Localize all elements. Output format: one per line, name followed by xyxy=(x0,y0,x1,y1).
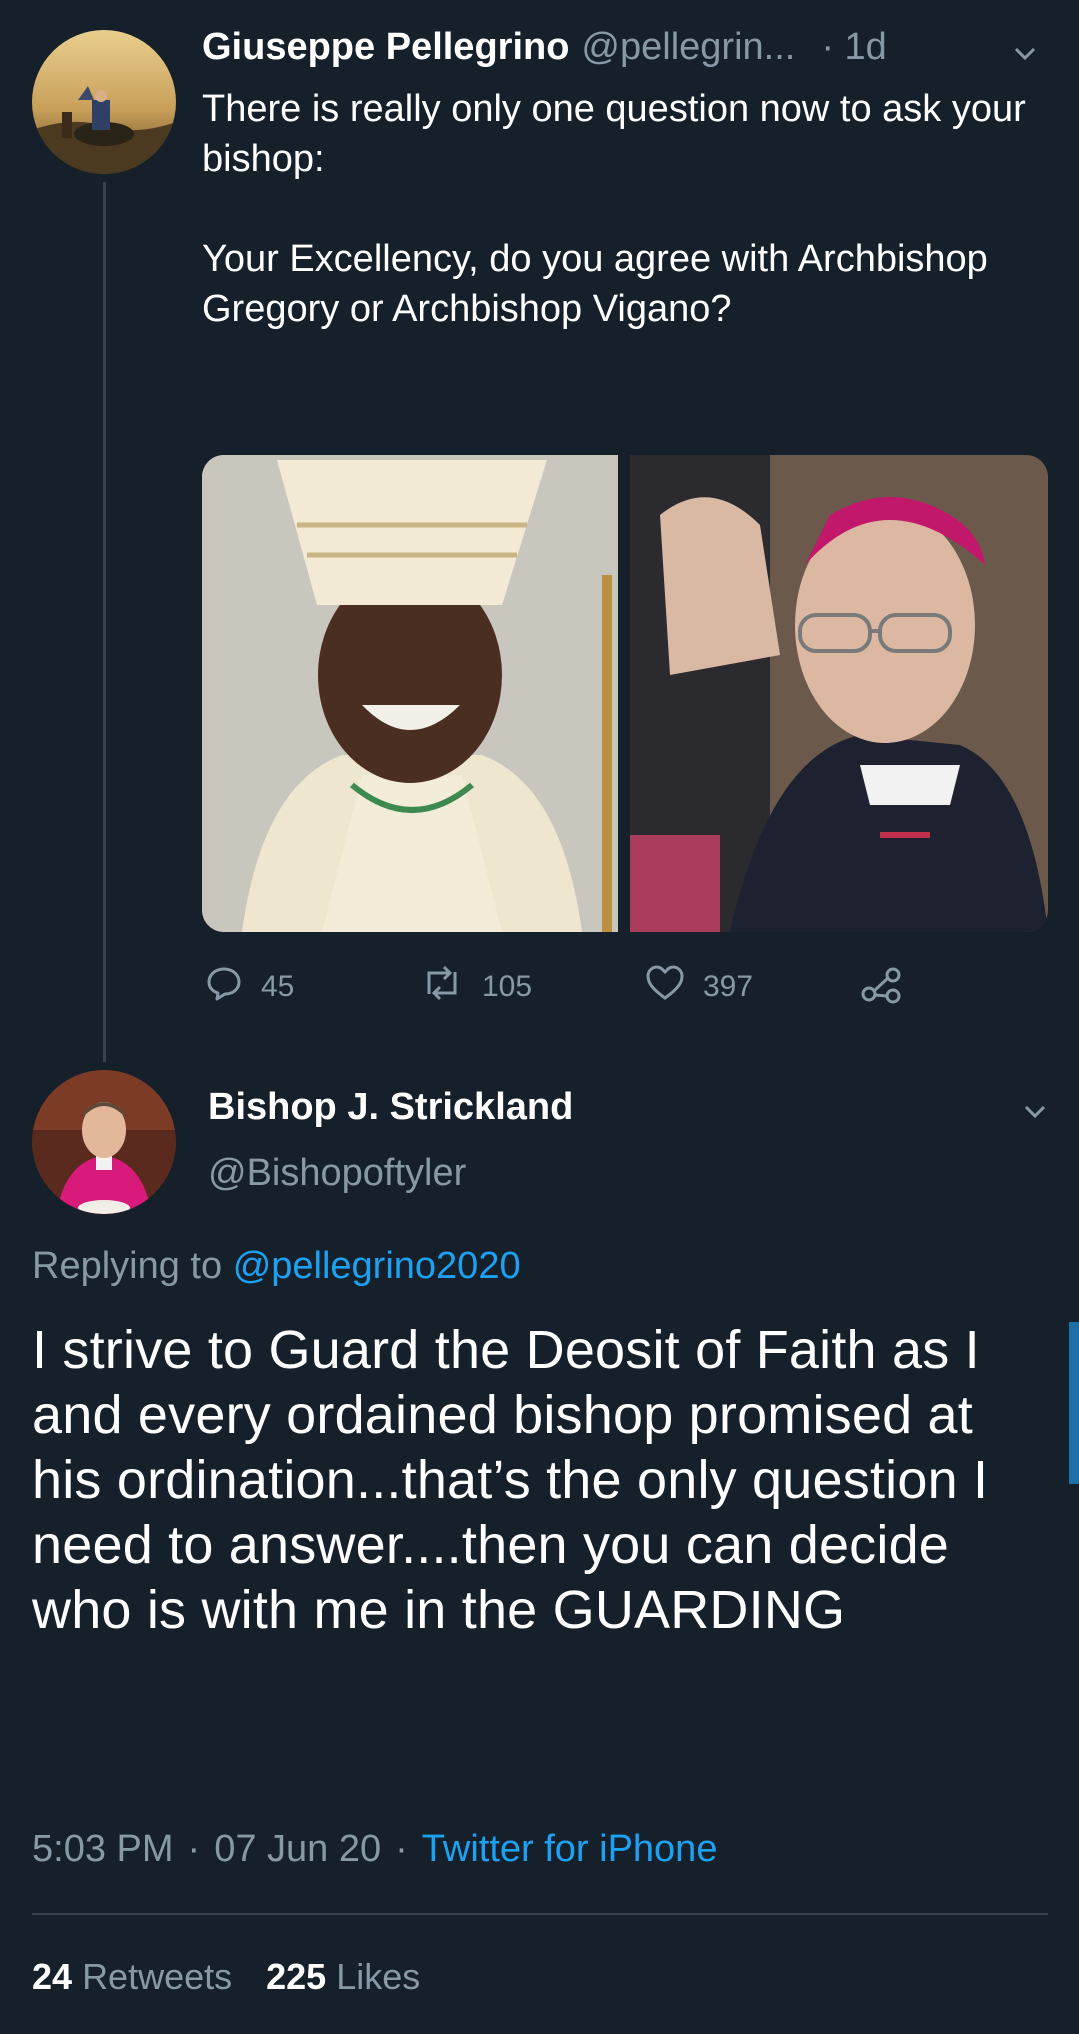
share-icon[interactable] xyxy=(860,966,902,1009)
tweet-time: 5:03 PM xyxy=(32,1828,174,1870)
tweet-date: 07 Jun 20 xyxy=(214,1828,382,1870)
author-name[interactable]: Giuseppe Pellegrino xyxy=(202,26,569,69)
like-count: 397 xyxy=(703,970,754,1003)
retweet-icon xyxy=(420,964,464,1010)
author-handle[interactable]: @Bishopoftyler xyxy=(208,1152,466,1195)
tweet-age[interactable]: · 1d xyxy=(821,26,886,69)
avatar-pellegrino[interactable] xyxy=(32,30,176,174)
like-button[interactable]: 397 xyxy=(645,964,753,1010)
meta-separator: · xyxy=(187,1828,201,1870)
replying-handle[interactable]: @pellegrino2020 xyxy=(233,1245,521,1287)
reply-icon xyxy=(205,964,243,1010)
chevron-down-icon[interactable] xyxy=(1010,38,1040,68)
replying-label: Replying to xyxy=(32,1245,223,1287)
likes-label: Likes xyxy=(336,1956,421,1997)
reply-count: 45 xyxy=(261,970,295,1003)
author-handle[interactable]: @pellegrin... xyxy=(581,26,795,69)
likes-stat[interactable]: 225 Likes xyxy=(266,1956,420,1998)
avatar-strickland[interactable] xyxy=(32,1070,176,1214)
reply-button[interactable]: 45 xyxy=(205,964,294,1010)
tweet-image-gregory[interactable] xyxy=(202,455,618,932)
meta-separator: · xyxy=(395,1828,408,1870)
like-icon xyxy=(645,964,685,1010)
retweets-stat[interactable]: 24 Retweets xyxy=(32,1956,232,1998)
tweet-text: There is really only one question now to… xyxy=(202,88,1026,330)
scrollbar[interactable] xyxy=(1069,1322,1079,1484)
thread-connector xyxy=(103,182,106,1062)
divider xyxy=(32,1913,1048,1915)
chevron-down-icon[interactable] xyxy=(1020,1096,1050,1126)
tweet-text: I strive to Guard the Deosit of Faith as… xyxy=(32,1320,989,1640)
likes-count: 225 xyxy=(266,1956,327,1997)
tweet-source[interactable]: Twitter for iPhone xyxy=(422,1828,718,1871)
retweets-count: 24 xyxy=(32,1956,73,1997)
author-name[interactable]: Bishop J. Strickland xyxy=(208,1086,573,1129)
retweet-count: 105 xyxy=(482,970,533,1003)
tweet-image-vigano[interactable] xyxy=(630,455,1048,932)
retweet-button[interactable]: 105 xyxy=(420,964,532,1010)
retweets-label: Retweets xyxy=(82,1956,233,1997)
